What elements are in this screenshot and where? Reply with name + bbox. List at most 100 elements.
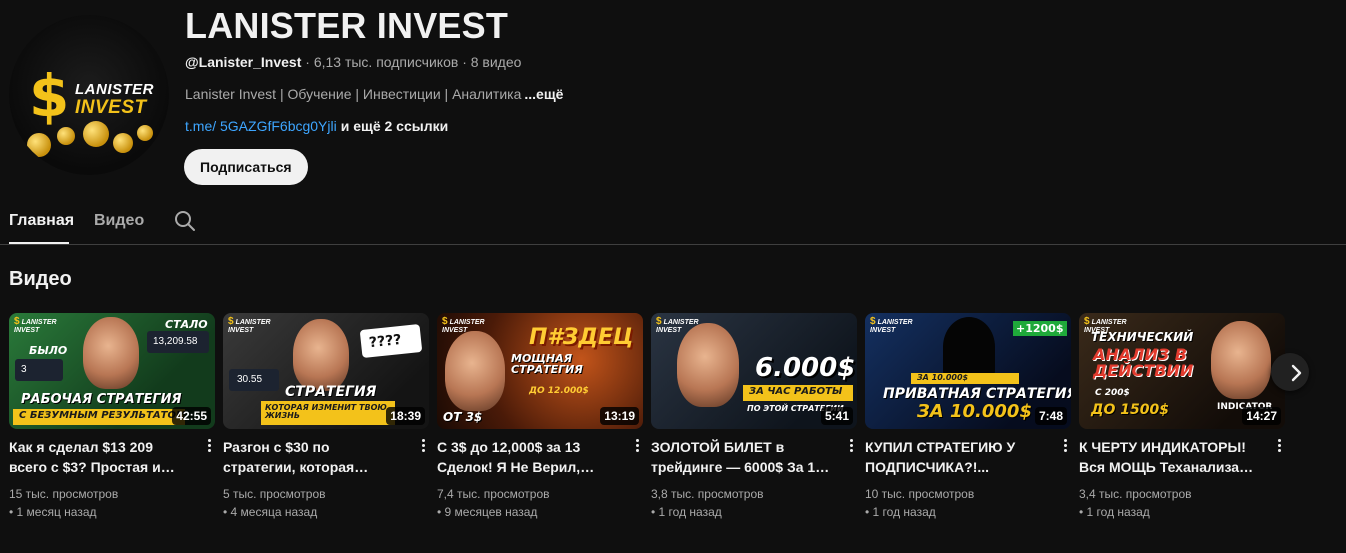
thumbnail-hooded-figure — [943, 317, 995, 377]
video-views: 5 тыс. просмотров — [223, 487, 326, 501]
more-options-icon[interactable] — [1273, 437, 1285, 457]
thumbnail-caption2: С БЕЗУМНЫМ РЕЗУЛЬТАТОМ — [19, 410, 186, 421]
more-links-button[interactable]: и ещё 2 ссылки — [341, 118, 448, 134]
video-card[interactable]: $ LANISTER INVEST +1200$ ЗА 10.000$ ПРИВАТ… — [865, 313, 1071, 521]
more-options-icon[interactable] — [417, 437, 429, 457]
avatar-dollar-icon: $ — [29, 62, 70, 130]
video-card[interactable]: $ LANISTER INVEST ???? 30.55 СТРАТЕГИЯ КОТ… — [223, 313, 429, 521]
thumbnail-tag2: ОТ 3$ — [443, 410, 483, 424]
video-duration: 7:48 — [1034, 407, 1067, 425]
thumbnail-value: 13,209.58 — [153, 336, 198, 347]
video-card[interactable]: $ LANISTER INVEST СТАЛО 13,209.58 БЫЛО 3 Р… — [9, 313, 215, 521]
thumbnail-banner: ЗА 10.000$ — [911, 373, 1019, 384]
more-options-icon[interactable] — [1059, 437, 1071, 457]
thumbnail-caption2: ЗА 10.000$ — [917, 401, 1032, 422]
thumbnail-tag: С 200$ — [1095, 388, 1130, 398]
thumbnail-caption2: МОЩНАЯ СТРАТЕГИЯ — [511, 352, 583, 376]
thumbnail-banner: ЗА ЧАС РАБОТЫ — [743, 385, 853, 401]
more-options-icon[interactable] — [845, 437, 857, 457]
thumbnail-person — [445, 331, 505, 411]
video-card[interactable]: $ LANISTER INVEST П#ЗДЕЦ МОЩНАЯ СТРАТЕГИЯ … — [437, 313, 643, 521]
section-title: Видео — [9, 268, 72, 290]
subscribe-button[interactable]: Подписаться — [184, 149, 308, 185]
video-title[interactable]: КУПИЛ СТРАТЕГИЮ У ПОДПИСЧИКА?!... — [865, 437, 1045, 477]
video-thumbnail[interactable]: $ LANISTER INVEST ???? 30.55 СТРАТЕГИЯ КОТ… — [223, 313, 429, 429]
video-duration: 14:27 — [1242, 407, 1281, 425]
next-arrow-button[interactable] — [1271, 353, 1309, 391]
video-thumbnail[interactable]: $ LANISTER INVEST ТЕХНИЧЕСКИЙ АНАЛИЗ В ДЕЙ… — [1079, 313, 1285, 429]
video-title[interactable]: С 3$ до 12,000$ за 13 Сделок! Я Не Верил… — [437, 437, 617, 477]
video-views: 15 тыс. просмотров — [9, 487, 119, 501]
video-thumbnail[interactable]: $ LANISTER INVEST П#ЗДЕЦ МОЩНАЯ СТРАТЕГИЯ … — [437, 313, 643, 429]
channel-link[interactable]: t.me/ 5GAZGfF6bcg0Yjli — [185, 118, 337, 134]
thumbnail-person — [677, 323, 739, 407]
thumbnail-caption: ПРИВАТНАЯ СТРАТЕГИЯ — [883, 386, 1071, 402]
avatar-brand-top: LANISTER — [75, 81, 154, 98]
tab-videos[interactable]: Видео — [94, 212, 144, 230]
channel-links: t.me/ 5GAZGfF6bcg0Yjli и ещё 2 ссылки — [185, 118, 448, 134]
thumbnail-caption2: АНАЛИЗ В ДЕЙСТВИИ — [1093, 345, 1194, 380]
channel-meta: @Lanister_Invest · 6,13 тыс. подписчиков… — [185, 54, 521, 70]
active-tab-indicator — [9, 242, 69, 244]
channel-description-text: Lanister Invest | Обучение | Инвестиции … — [185, 86, 522, 102]
video-duration: 18:39 — [386, 407, 425, 425]
thumbnail-sign: ???? — [359, 323, 423, 359]
video-title[interactable]: ЗОЛОТОЙ БИЛЕТ в трейдинге — 6000$ За 1 Ч… — [651, 437, 831, 477]
video-age: • 1 год назад — [651, 505, 722, 519]
video-age: • 1 год назад — [1079, 505, 1150, 519]
thumbnail-banner: КОТОРАЯ ИЗМЕНИТ ТВОЮ ЖИЗНЬ — [261, 401, 395, 425]
video-thumbnail[interactable]: $ LANISTER INVEST 6.000$ ЗА ЧАС РАБОТЫ ПО … — [651, 313, 857, 429]
thumbnail-value: 3 — [21, 364, 27, 375]
thumbnail-value-box: 3 — [15, 359, 63, 381]
thumbnail-logo: $ LANISTER INVEST — [228, 316, 271, 335]
tab-home[interactable]: Главная — [9, 212, 74, 230]
more-options-icon[interactable] — [631, 437, 643, 457]
video-views: 3,8 тыс. просмотров — [651, 487, 764, 501]
video-views: 3,4 тыс. просмотров — [1079, 487, 1192, 501]
channel-avatar[interactable]: $ LANISTER INVEST — [9, 15, 169, 175]
video-age: • 1 месяц назад — [9, 505, 97, 519]
channel-name: LANISTER INVEST — [185, 5, 509, 46]
more-options-icon[interactable] — [203, 437, 215, 457]
thumbnail-value: 30.55 — [237, 374, 263, 385]
video-title[interactable]: Разгон с $30 по стратегии, которая прине… — [223, 437, 403, 477]
coin-decoration — [113, 133, 133, 153]
video-duration: 5:41 — [820, 407, 853, 425]
video-age: • 4 месяца назад — [223, 505, 318, 519]
channel-stats: · 6,13 тыс. подписчиков · 8 видео — [301, 54, 522, 70]
thumbnail-tag: ДО 12.000$ — [529, 386, 589, 396]
chevron-right-icon — [1291, 364, 1302, 382]
video-duration: 42:55 — [172, 407, 211, 425]
video-card[interactable]: $ LANISTER INVEST 6.000$ ЗА ЧАС РАБОТЫ ПО … — [651, 313, 857, 521]
avatar-brand-bottom: INVEST — [75, 97, 147, 118]
thumbnail-caption: РАБОЧАЯ СТРАТЕГИЯ — [21, 392, 182, 407]
channel-handle: @Lanister_Invest — [185, 54, 302, 70]
search-icon[interactable] — [173, 209, 197, 233]
thumbnail-value-box: 30.55 — [229, 369, 279, 391]
thumbnail-logo: $ LANISTER INVEST — [14, 316, 57, 335]
thumbnail-person — [1211, 321, 1271, 399]
video-card[interactable]: $ LANISTER INVEST ТЕХНИЧЕСКИЙ АНАЛИЗ В ДЕЙ… — [1079, 313, 1285, 521]
thumbnail-caption: ТЕХНИЧЕСКИЙ — [1091, 330, 1194, 344]
description-more-link[interactable]: ...ещё — [524, 86, 563, 102]
thumbnail-tag: +1200$ — [1013, 321, 1067, 336]
video-thumbnail[interactable]: $ LANISTER INVEST СТАЛО 13,209.58 БЫЛО 3 Р… — [9, 313, 215, 429]
video-views: 10 тыс. просмотров — [865, 487, 975, 501]
thumbnail-tag2: ДО 1500$ — [1091, 402, 1169, 418]
thumbnail-caption: П#ЗДЕЦ — [529, 325, 634, 350]
channel-description[interactable]: Lanister Invest | Обучение | Инвестиции … — [185, 86, 563, 102]
coin-decoration — [137, 125, 153, 141]
thumbnail-caption: СТРАТЕГИЯ — [285, 384, 377, 400]
video-title[interactable]: Как я сделал $13 209 всего с $3? Простая… — [9, 437, 189, 477]
video-title[interactable]: К ЧЕРТУ ИНДИКАТОРЫ! Вся МОЩЬ Теханализа … — [1079, 437, 1259, 477]
thumbnail-caption: 6.000$ — [755, 353, 856, 383]
video-thumbnail[interactable]: $ LANISTER INVEST +1200$ ЗА 10.000$ ПРИВАТ… — [865, 313, 1071, 429]
thumbnail-tag: ???? — [368, 331, 403, 352]
thumbnail-caption2: КОТОРАЯ ИЗМЕНИТ ТВОЮ ЖИЗНЬ — [265, 403, 387, 420]
coin-decoration — [83, 121, 109, 147]
thumbnail-tag: СТАЛО — [165, 318, 208, 331]
thumbnail-banner: С БЕЗУМНЫМ РЕЗУЛЬТАТОМ — [13, 409, 186, 425]
video-views: 7,4 тыс. просмотров — [437, 487, 550, 501]
video-age: • 1 год назад — [865, 505, 936, 519]
thumbnail-person — [293, 319, 349, 391]
